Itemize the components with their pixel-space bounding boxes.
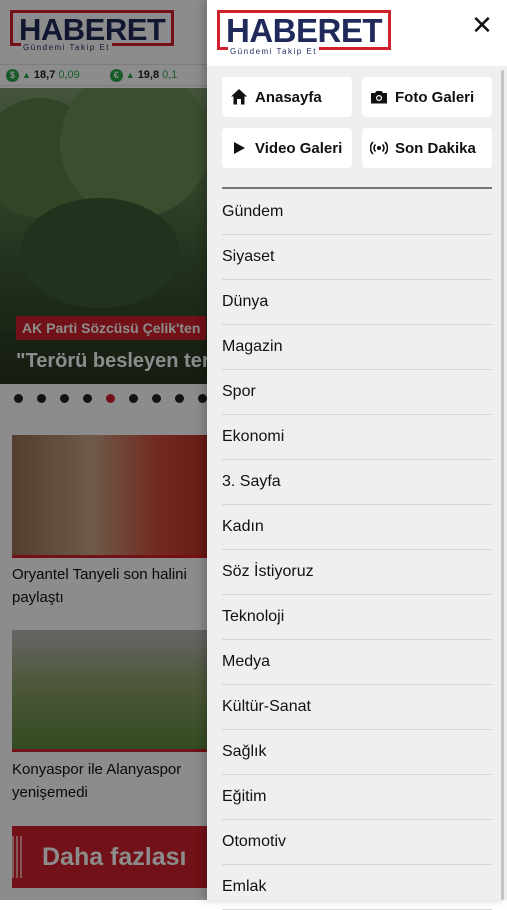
drawer-logo[interactable]: HABERET Gündemi Takip Et <box>217 10 392 56</box>
menu-item[interactable]: Sağlık <box>222 730 492 775</box>
drawer-header: HABERET Gündemi Takip Et ✕ <box>207 0 507 66</box>
menu-item[interactable]: Magazin <box>222 325 492 370</box>
menu-item[interactable]: Gündem <box>222 190 492 235</box>
menu-item[interactable]: Teknoloji <box>222 595 492 640</box>
menu-item[interactable]: Emlak <box>222 865 492 910</box>
close-icon[interactable]: ✕ <box>469 12 495 38</box>
menu-item[interactable]: 3. Sayfa <box>222 460 492 505</box>
quick-link-label: Anasayfa <box>255 88 322 106</box>
quick-link-label: Son Dakika <box>395 139 476 157</box>
menu-item[interactable]: Kadın <box>222 505 492 550</box>
quick-link-label: Video Galeri <box>255 139 343 157</box>
logo-tagline: Gündemi Takip Et <box>228 47 319 56</box>
category-menu: Gündem Siyaset Dünya Magazin Spor Ekonomi 3. S… <box>222 190 492 910</box>
menu-item[interactable]: Medya <box>222 640 492 685</box>
menu-item[interactable]: Eğitim <box>222 775 492 820</box>
menu-item[interactable]: Spor <box>222 370 492 415</box>
menu-item[interactable]: Otomotiv <box>222 820 492 865</box>
menu-item[interactable]: Siyaset <box>222 235 492 280</box>
menu-item[interactable]: Ekonomi <box>222 415 492 460</box>
logo-text: HABERET <box>226 12 383 49</box>
home-icon <box>230 88 248 106</box>
quick-link-video-gallery[interactable]: Video Galeri <box>222 128 352 168</box>
menu-item[interactable]: Kültür-Sanat <box>222 685 492 730</box>
quick-link-photo-gallery[interactable]: Foto Galeri <box>362 77 492 117</box>
quick-link-breaking-news[interactable]: Son Dakika <box>362 128 492 168</box>
camera-icon <box>370 88 388 106</box>
quick-link-home[interactable]: Anasayfa <box>222 77 352 117</box>
navigation-drawer: HABERET Gündemi Takip Et ✕ Anasayfa Foto… <box>207 0 507 910</box>
broadcast-icon <box>370 139 388 157</box>
menu-item[interactable]: Söz İstiyoruz <box>222 550 492 595</box>
play-icon <box>230 139 248 157</box>
quick-link-label: Foto Galeri <box>395 88 475 106</box>
menu-divider <box>222 187 492 189</box>
drawer-scrollbar[interactable] <box>501 70 504 900</box>
menu-item[interactable]: Dünya <box>222 280 492 325</box>
drawer-backdrop[interactable] <box>0 0 210 900</box>
